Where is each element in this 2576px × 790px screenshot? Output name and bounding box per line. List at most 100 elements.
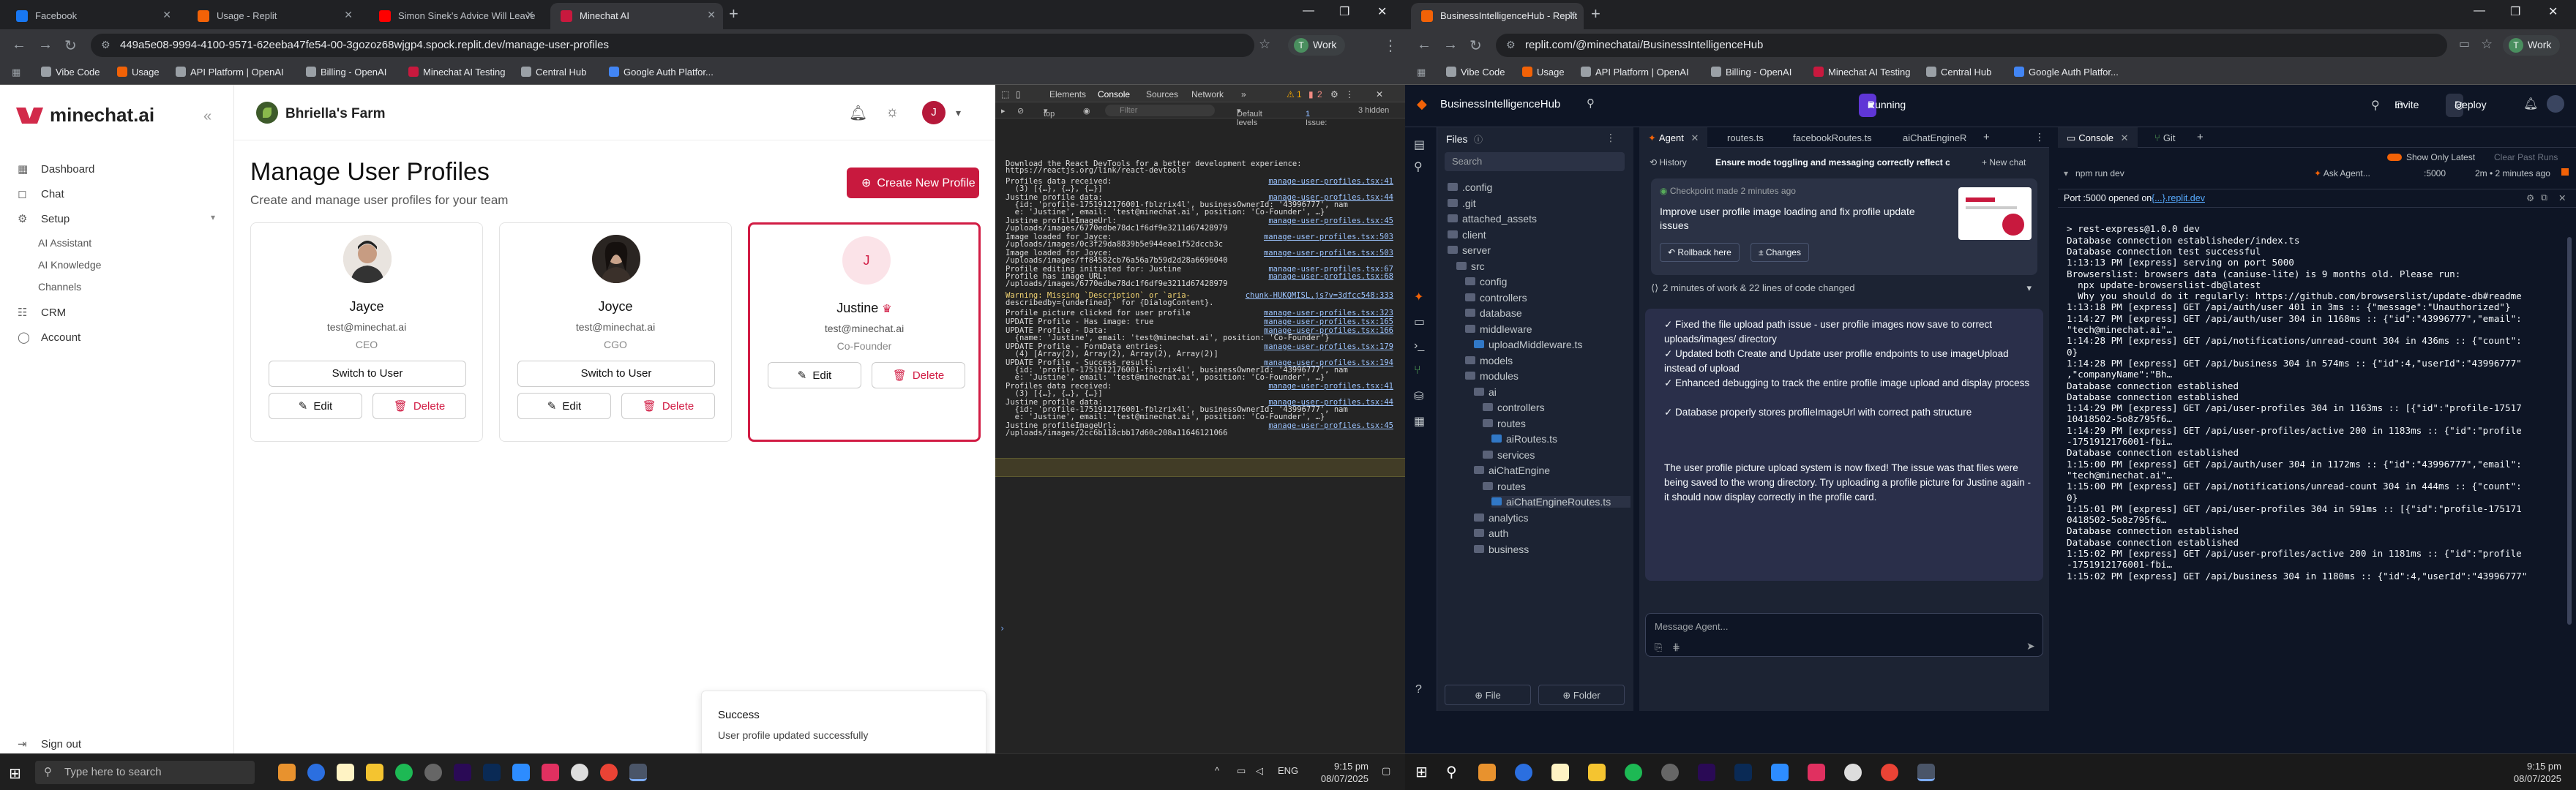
address-bar[interactable]: ⚙ 449a5e08-9994-4100-9571-62eeba47fe54-0… [91, 34, 1254, 57]
edit-button[interactable]: ✎ Edit [269, 393, 362, 419]
search-icon[interactable]: ⚲ [1446, 763, 1457, 781]
replit-logo-icon[interactable]: ◆ [1417, 97, 1427, 112]
new-tab-icon[interactable]: + [729, 4, 738, 23]
file-tree-item[interactable]: middleware [1465, 323, 1532, 335]
premiere-icon[interactable] [454, 764, 471, 781]
log-levels-select[interactable]: Default levels ▾ [1237, 106, 1262, 127]
kebab-icon[interactable]: ⋮ [1345, 89, 1354, 99]
expand-icon[interactable]: ▾ [2064, 168, 2068, 178]
inspect-icon[interactable]: ⬚ [1001, 89, 1009, 99]
device-icon[interactable]: ▯ [1016, 89, 1021, 99]
search-icon[interactable]: ⚲ [1414, 159, 1423, 174]
chrome-icon[interactable] [1844, 764, 1862, 781]
figma-icon[interactable] [1808, 764, 1825, 781]
brand-logo[interactable]: minechat.ai [19, 104, 154, 127]
file-search-input[interactable]: Search [1445, 152, 1625, 171]
user-avatar[interactable]: J [922, 101, 946, 124]
file-tree-item[interactable]: routes [1483, 481, 1526, 492]
new-chat-button[interactable]: + New chat [1982, 157, 2026, 168]
chrome-active-icon[interactable] [1917, 764, 1935, 781]
chrome-icon[interactable] [571, 764, 588, 781]
deploy-button[interactable]: ◎ Deploy [2446, 94, 2487, 117]
file-tree-item[interactable]: database [1465, 307, 1522, 319]
sidebar-item-dashboard[interactable]: ▦ Dashboard [18, 162, 215, 176]
file-tree-item[interactable]: routes [1483, 418, 1526, 429]
devtools-tab-console[interactable]: Console [1098, 89, 1131, 104]
rollback-button[interactable]: ↶ Rollback here [1660, 243, 1740, 262]
workspace-switcher[interactable]: Bhriella's Farm [256, 102, 386, 124]
changes-button[interactable]: ± Changes [1751, 243, 1809, 262]
file-tree-item[interactable]: uploadMiddleware.ts [1474, 339, 1582, 350]
figma-icon[interactable] [542, 764, 559, 781]
maximize-icon[interactable]: ❐ [1339, 4, 1349, 19]
bookmark[interactable]: Central Hub [1926, 67, 1991, 78]
invite-button[interactable]: ⚇ Invite [2386, 94, 2419, 117]
file-tree-item[interactable]: aiChatEngineRoutes.ts [1491, 496, 1630, 508]
forward-icon[interactable]: → [38, 37, 53, 53]
switch-to-user-button[interactable]: Switch to User [517, 361, 715, 387]
sidebar-item-channels[interactable]: Channels [38, 281, 236, 293]
store-icon[interactable] [337, 764, 354, 781]
chevron-down-icon[interactable]: ▾ [956, 107, 961, 119]
agent-input[interactable]: Message Agent... ⎘ ⋕ ➤ [1645, 613, 2043, 657]
run-button[interactable]: ■ Running [1859, 94, 1906, 117]
delete-button[interactable]: 🗑︎ Delete [872, 362, 965, 388]
warning-count[interactable]: 1 [1297, 89, 1302, 99]
close-icon[interactable]: ✕ [344, 9, 353, 21]
photoshop-icon[interactable] [483, 764, 501, 781]
attach-icon[interactable]: ⎘ [1655, 642, 1662, 653]
zoom-icon[interactable] [1771, 764, 1789, 781]
chrome-icon[interactable] [600, 764, 618, 781]
windows-start-icon[interactable]: ⊞ [9, 764, 21, 783]
bookmark-star-icon[interactable]: ☆ [2481, 37, 2493, 52]
gear-icon[interactable]: ⚙ [1330, 89, 1338, 99]
minimize-icon[interactable]: — [2474, 4, 2485, 18]
more-tabs-icon[interactable]: » [1241, 89, 1246, 99]
folder-icon[interactable] [1588, 764, 1606, 781]
close-icon[interactable]: ✕ [1691, 132, 1699, 143]
tab-git[interactable]: ⑂ Git [2146, 127, 2184, 148]
console-prompt[interactable]: › [1000, 623, 1005, 633]
maximize-icon[interactable]: ❐ [2510, 4, 2520, 19]
settings-icon[interactable]: ⚙ [2526, 192, 2534, 203]
edit-button[interactable]: ✎ Edit [517, 393, 611, 419]
spotify-icon[interactable] [1625, 764, 1642, 781]
agent-task-title[interactable]: Ensure mode toggling and messaging corre… [1715, 157, 1950, 168]
apps-icon[interactable]: ▦ [12, 67, 20, 78]
folder-icon[interactable] [366, 764, 383, 781]
kebab-icon[interactable]: ⋮ [1606, 132, 1616, 144]
bookmark[interactable]: API Platform | OpenAI [1581, 67, 1689, 78]
forward-icon[interactable]: → [1443, 37, 1458, 53]
user-avatar[interactable] [2547, 95, 2564, 113]
ask-agent-button[interactable]: ✦ Ask Agent... [2314, 168, 2370, 178]
stop-icon[interactable] [2561, 168, 2569, 176]
install-icon[interactable]: ▭ [2459, 37, 2470, 51]
clear-runs-button[interactable]: Clear Past Runs [2494, 152, 2558, 162]
app-icon[interactable] [278, 764, 296, 781]
browser-tab-facebook[interactable]: Facebook ✕ [6, 3, 179, 29]
steam-icon[interactable] [424, 764, 442, 781]
zoom-icon[interactable] [512, 764, 530, 781]
file-tree-item[interactable]: modules [1465, 370, 1519, 382]
new-tab-icon[interactable]: + [1591, 4, 1600, 23]
photoshop-icon[interactable] [1734, 764, 1752, 781]
file-tree-item[interactable]: services [1483, 449, 1535, 461]
close-icon[interactable]: ✕ [707, 9, 716, 21]
sidebar-item-setup[interactable]: ⚙ Setup ▾ [18, 212, 215, 225]
edge-icon[interactable] [307, 764, 325, 781]
file-tree-item[interactable]: .git [1448, 198, 1476, 209]
close-icon[interactable]: ✕ [1568, 9, 1576, 21]
context-select[interactable]: top ▾ [1044, 106, 1055, 118]
grid-icon[interactable]: ⋕ [1672, 642, 1680, 653]
file-tree-item[interactable]: server [1448, 244, 1491, 256]
search-icon[interactable]: ⚲ [1587, 97, 1595, 110]
bookmark[interactable]: Central Hub [521, 67, 586, 78]
site-info-icon[interactable]: ⚙ [1506, 39, 1516, 51]
tab-aichatengine[interactable]: aiChatEngineR [1894, 127, 1975, 148]
back-icon[interactable]: ← [1417, 37, 1431, 53]
bookmark[interactable]: Minechat AI Testing [1813, 67, 1911, 78]
premiere-icon[interactable] [1698, 764, 1715, 781]
bookmark[interactable]: Google Auth Platfor... [2014, 67, 2119, 78]
sidebar-item-account[interactable]: ◯ Account [18, 331, 215, 344]
port-link[interactable]: {...}.replit.dev [2152, 193, 2205, 203]
